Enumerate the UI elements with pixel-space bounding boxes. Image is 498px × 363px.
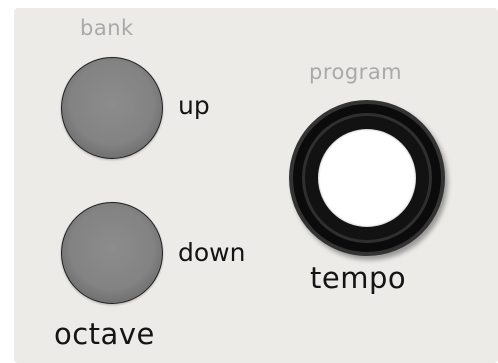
bank-up-button[interactable] — [61, 57, 163, 159]
program-button-center — [318, 129, 416, 227]
bank-down-button[interactable] — [61, 202, 163, 304]
program-section-label: program — [309, 60, 403, 84]
tempo-label: tempo — [310, 261, 407, 295]
bank-down-label: down — [178, 238, 246, 267]
bank-section-label: bank — [80, 16, 134, 40]
octave-label: octave — [54, 317, 155, 351]
program-tempo-button[interactable] — [289, 100, 445, 256]
bank-up-label: up — [178, 91, 210, 120]
program-button-ring — [302, 113, 432, 243]
